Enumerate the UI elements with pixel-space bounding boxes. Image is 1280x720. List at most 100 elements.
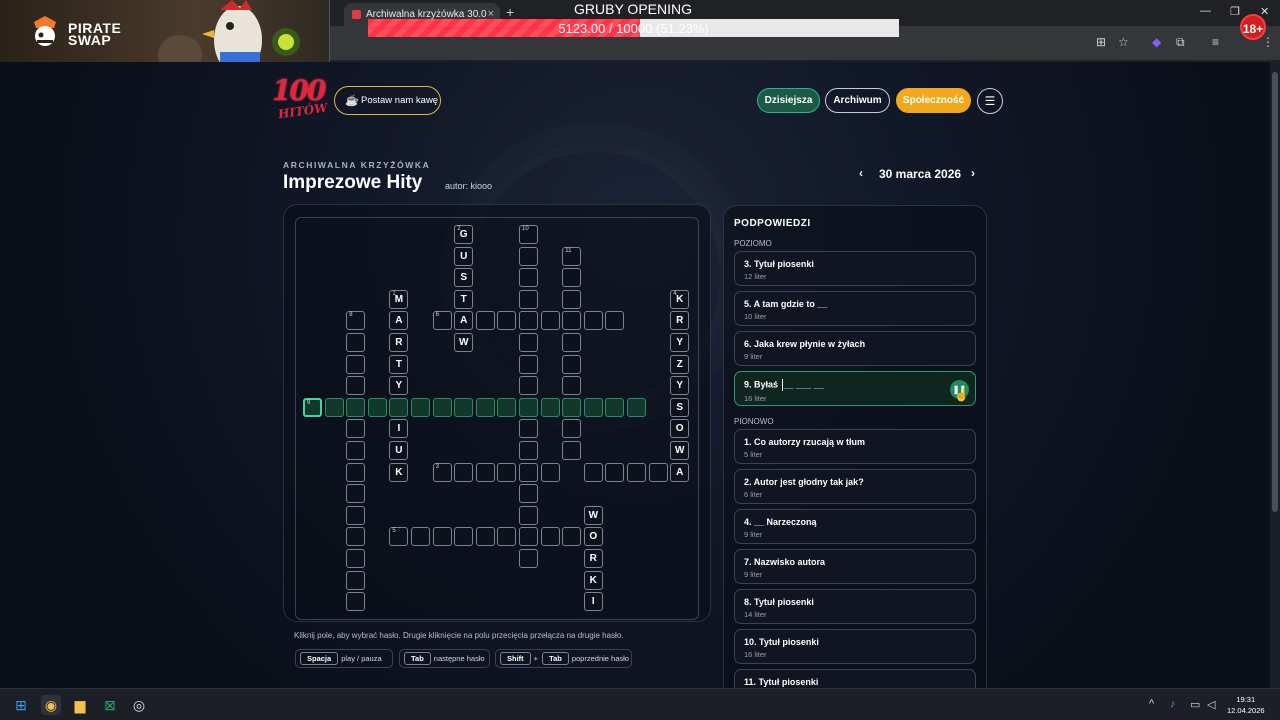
crossword-cell[interactable] [454, 527, 474, 547]
crossword-cell[interactable] [497, 311, 517, 331]
minimize-button[interactable]: — [1200, 5, 1211, 17]
chevron-right-icon[interactable]: › [971, 166, 975, 180]
crossword-cell[interactable]: K4 [670, 289, 690, 309]
crossword-cell[interactable] [475, 397, 495, 417]
crossword-cell[interactable]: 10 [519, 225, 538, 244]
star-icon[interactable]: ☆ [1118, 35, 1129, 49]
crossword-cell[interactable] [497, 462, 517, 482]
crossword-cell[interactable]: 9 [303, 397, 322, 417]
scrollbar-thumb[interactable] [1272, 72, 1278, 512]
crossword-cell[interactable] [540, 397, 560, 417]
page-scrollbar[interactable] [1270, 62, 1280, 688]
chevron-left-icon[interactable]: ‹ [859, 166, 863, 180]
crossword-cell[interactable]: U [389, 441, 409, 460]
crossword-cell[interactable]: O [670, 419, 690, 439]
clue-across-5[interactable]: 5. A tam gdzie to __ 10 liter [734, 291, 976, 326]
crossword-cell[interactable] [562, 397, 582, 417]
crossword-cell[interactable] [475, 311, 495, 331]
crossword-cell[interactable] [540, 462, 560, 482]
crossword-cell[interactable]: 6 [432, 311, 452, 331]
crossword-cell[interactable] [605, 462, 625, 482]
crossword-cell[interactable] [519, 311, 538, 331]
crossword-cell[interactable] [519, 462, 538, 482]
clue-down-10[interactable]: 10. Tytuł piosenki 16 liter [734, 629, 976, 664]
obs-icon[interactable]: ◎ [129, 695, 149, 715]
crossword-cell[interactable]: K [583, 570, 603, 590]
crossword-cell[interactable] [519, 397, 538, 417]
extension-icon[interactable]: ◆ [1152, 35, 1161, 49]
crossword-cell[interactable]: I [583, 592, 603, 612]
clue-across-6[interactable]: 6. Jaka krew płynie w żyłach 9 liter [734, 331, 976, 366]
crossword-cell[interactable] [519, 268, 538, 288]
crossword-cell[interactable] [475, 462, 495, 482]
site-logo[interactable]: 100 HITÓW [268, 74, 329, 128]
clue-down-7[interactable]: 7. Nazwisko autora 9 liter [734, 549, 976, 584]
crossword-cell[interactable] [367, 397, 387, 417]
crossword-cell[interactable] [562, 376, 582, 396]
crossword-cell[interactable] [519, 419, 538, 439]
buy-coffee-button[interactable]: ☕ Postaw nam kawę [334, 86, 441, 115]
crossword-cell[interactable] [519, 354, 538, 374]
volume-icon[interactable]: ◁ [1207, 698, 1215, 711]
crossword-cell[interactable] [497, 527, 517, 547]
crossword-cell[interactable]: M1 [389, 289, 409, 309]
clue-down-1[interactable]: 1. Co autorzy rzucają w tłum 5 liter [734, 429, 976, 464]
crossword-cell[interactable]: S [454, 268, 474, 288]
crossword-cell[interactable] [346, 376, 366, 396]
crossword-cell[interactable] [346, 354, 366, 374]
crossword-cell[interactable]: A [454, 311, 474, 331]
crossword-cell[interactable] [346, 505, 366, 525]
crossword-cell[interactable] [562, 289, 582, 309]
crossword-cell[interactable]: I [389, 419, 409, 439]
hamburger-menu-icon[interactable]: ☰ [977, 88, 1003, 114]
crossword-cell[interactable]: Y [389, 376, 409, 396]
excel-icon[interactable]: ⊠ [100, 695, 120, 715]
crossword-cell[interactable] [562, 441, 582, 460]
crossword-cell[interactable] [454, 462, 474, 482]
crossword-cell[interactable]: W [670, 441, 690, 460]
crossword-cell[interactable] [519, 441, 538, 460]
windows-start-icon[interactable]: ⊞ [11, 695, 31, 715]
crossword-cell[interactable]: U [454, 246, 474, 266]
clue-down-8[interactable]: 8. Tytuł piosenki 14 liter [734, 589, 976, 624]
crossword-cell[interactable] [562, 333, 582, 352]
taskbar-clock[interactable]: 19:31 12.04.2026 [1227, 694, 1265, 716]
network-icon[interactable]: ▭ [1190, 698, 1200, 711]
new-tab-button[interactable]: + [506, 4, 514, 20]
chrome-taskbar-icon[interactable]: ◉ [41, 695, 61, 715]
crossword-cell[interactable] [562, 354, 582, 374]
microphone-icon[interactable]: ♪ [1170, 698, 1176, 710]
crossword-cell[interactable] [346, 549, 366, 568]
crossword-cell[interactable] [346, 527, 366, 547]
clue-down-2[interactable]: 2. Autor jest głodny tak jak? 6 liter [734, 469, 976, 504]
crossword-cell[interactable] [346, 419, 366, 439]
crossword-cell[interactable]: K [389, 462, 409, 482]
crossword-cell[interactable] [346, 462, 366, 482]
crossword-cell[interactable] [519, 549, 538, 568]
media-icon[interactable]: ≡ [1212, 35, 1219, 49]
crossword-cell[interactable]: T [454, 289, 474, 309]
crossword-cell[interactable]: O [583, 527, 603, 547]
crossword-cell[interactable] [346, 441, 366, 460]
crossword-cell[interactable]: T [389, 354, 409, 374]
crossword-cell[interactable] [346, 570, 366, 590]
file-explorer-icon[interactable]: ▆ [70, 695, 90, 715]
crossword-cell[interactable]: W [454, 333, 474, 352]
crossword-cell[interactable]: R [583, 549, 603, 568]
crossword-cell[interactable] [519, 527, 538, 547]
crossword-cell[interactable]: R [389, 333, 409, 352]
crossword-cell[interactable] [562, 311, 582, 331]
crossword-cell[interactable] [346, 397, 366, 417]
crossword-cell[interactable] [411, 527, 430, 547]
crossword-cell[interactable] [562, 268, 582, 288]
crossword-cell[interactable]: A [389, 311, 409, 331]
crossword-cell[interactable] [540, 527, 560, 547]
nav-today-button[interactable]: Dzisiejsza [757, 88, 820, 113]
puzzle-icon[interactable]: ⧉ [1176, 35, 1185, 50]
crossword-cell[interactable] [605, 397, 625, 417]
crossword-cell[interactable] [432, 527, 452, 547]
crossword-cell[interactable]: Y [670, 376, 690, 396]
crossword-cell[interactable] [648, 462, 668, 482]
crossword-cell[interactable]: R [670, 311, 690, 331]
crossword-cell[interactable]: Z [670, 354, 690, 374]
